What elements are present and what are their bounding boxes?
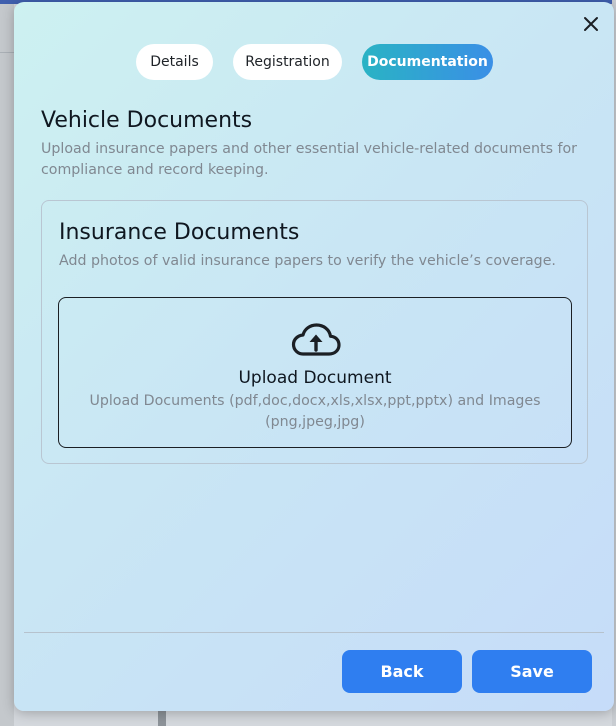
card-title: Insurance Documents bbox=[59, 220, 300, 245]
tab-details[interactable]: Details bbox=[136, 44, 213, 80]
upload-title: Upload Document bbox=[238, 368, 392, 388]
footer-divider bbox=[24, 632, 604, 633]
save-button[interactable]: Save bbox=[472, 650, 592, 693]
back-button[interactable]: Back bbox=[342, 650, 462, 693]
section-description: Upload insurance papers and other essent… bbox=[41, 141, 577, 178]
upload-hint: Upload Documents (pdf,doc,docx,xls,xlsx,… bbox=[89, 393, 541, 430]
card-description: Add photos of valid insurance papers to … bbox=[59, 253, 556, 269]
tab-registration[interactable]: Registration bbox=[233, 44, 342, 80]
close-icon bbox=[584, 17, 598, 31]
upload-dropzone[interactable]: Upload Document Upload Documents (pdf,do… bbox=[58, 297, 572, 448]
insurance-documents-card: Insurance Documents Add photos of valid … bbox=[41, 200, 588, 464]
step-tabs: Details Registration Documentation bbox=[14, 44, 614, 80]
tab-documentation[interactable]: Documentation bbox=[362, 44, 493, 80]
close-button[interactable] bbox=[580, 13, 602, 35]
section-title: Vehicle Documents bbox=[41, 108, 253, 133]
background-left-panel bbox=[0, 4, 14, 726]
cloud-upload-icon bbox=[289, 320, 343, 360]
vehicle-documents-modal: Details Registration Documentation Vehic… bbox=[14, 2, 614, 711]
background-divider bbox=[0, 52, 14, 53]
